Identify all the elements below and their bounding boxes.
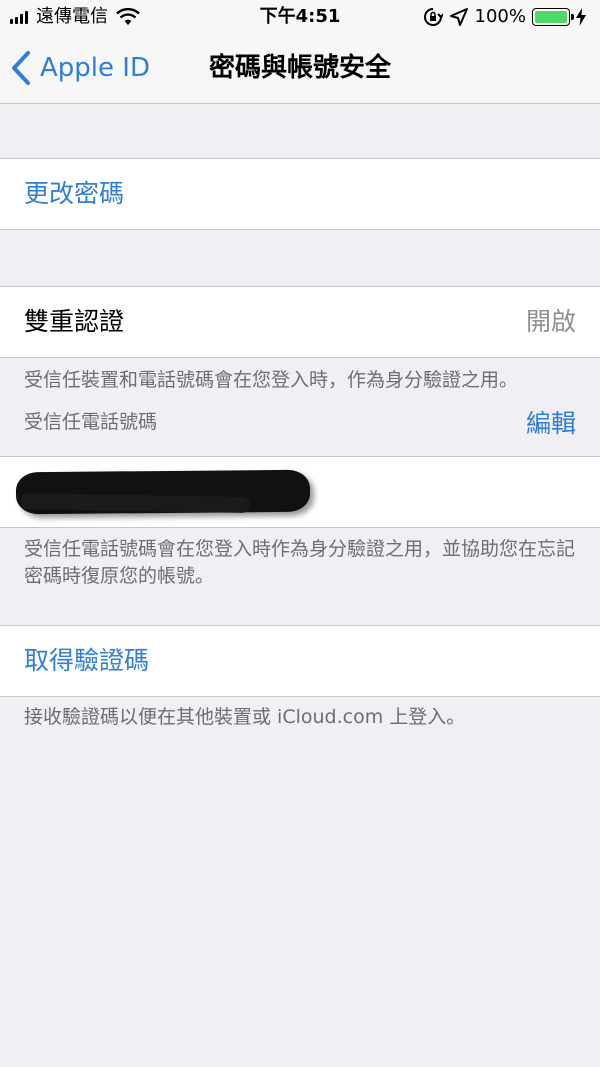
rotation-lock-icon xyxy=(423,8,443,26)
navigation-bar: Apple ID 密碼與帳號安全 xyxy=(0,34,600,104)
status-bar: 遠傳電信 下午4:51 100% xyxy=(0,0,600,34)
get-verification-code-cell[interactable]: 取得驗證碼 xyxy=(0,625,600,697)
change-password-label: 更改密碼 xyxy=(24,179,125,208)
edit-button[interactable]: 編輯 xyxy=(526,408,576,440)
trusted-phone-header: 受信任電話號碼 xyxy=(24,411,158,433)
get-code-footer: 接收驗證碼以便在其他裝置或 iCloud.com 上登入。 xyxy=(24,706,466,728)
battery-percent: 100% xyxy=(474,6,526,27)
trusted-phone-number-cell: 693 xyxy=(0,456,600,528)
trusted-phone-footer: 受信任電話號碼會在您登入時作為身分驗證之用，並協助您在忘記密碼時復原您的帳號。 xyxy=(24,538,576,587)
location-arrow-icon xyxy=(449,8,468,26)
battery-fill xyxy=(535,11,567,23)
page-title: 密碼與帳號安全 xyxy=(208,53,391,83)
two-factor-cell: 雙重認證 開啟 xyxy=(0,286,600,358)
get-verification-code-label: 取得驗證碼 xyxy=(24,646,150,675)
status-right: 100% xyxy=(423,6,586,28)
two-factor-status: 開啟 xyxy=(525,307,576,336)
two-factor-description: 受信任裝置和電話號碼會在您登入時，作為身分驗證之用。 xyxy=(24,369,519,391)
screen: 遠傳電信 下午4:51 100% Apple ID 密碼與帳號安全 更改密碼 雙… xyxy=(0,0,600,1067)
battery-icon xyxy=(532,8,574,26)
two-factor-label: 雙重認證 xyxy=(24,307,125,336)
change-password-cell[interactable]: 更改密碼 xyxy=(0,158,600,230)
charging-bolt-icon xyxy=(576,8,586,26)
